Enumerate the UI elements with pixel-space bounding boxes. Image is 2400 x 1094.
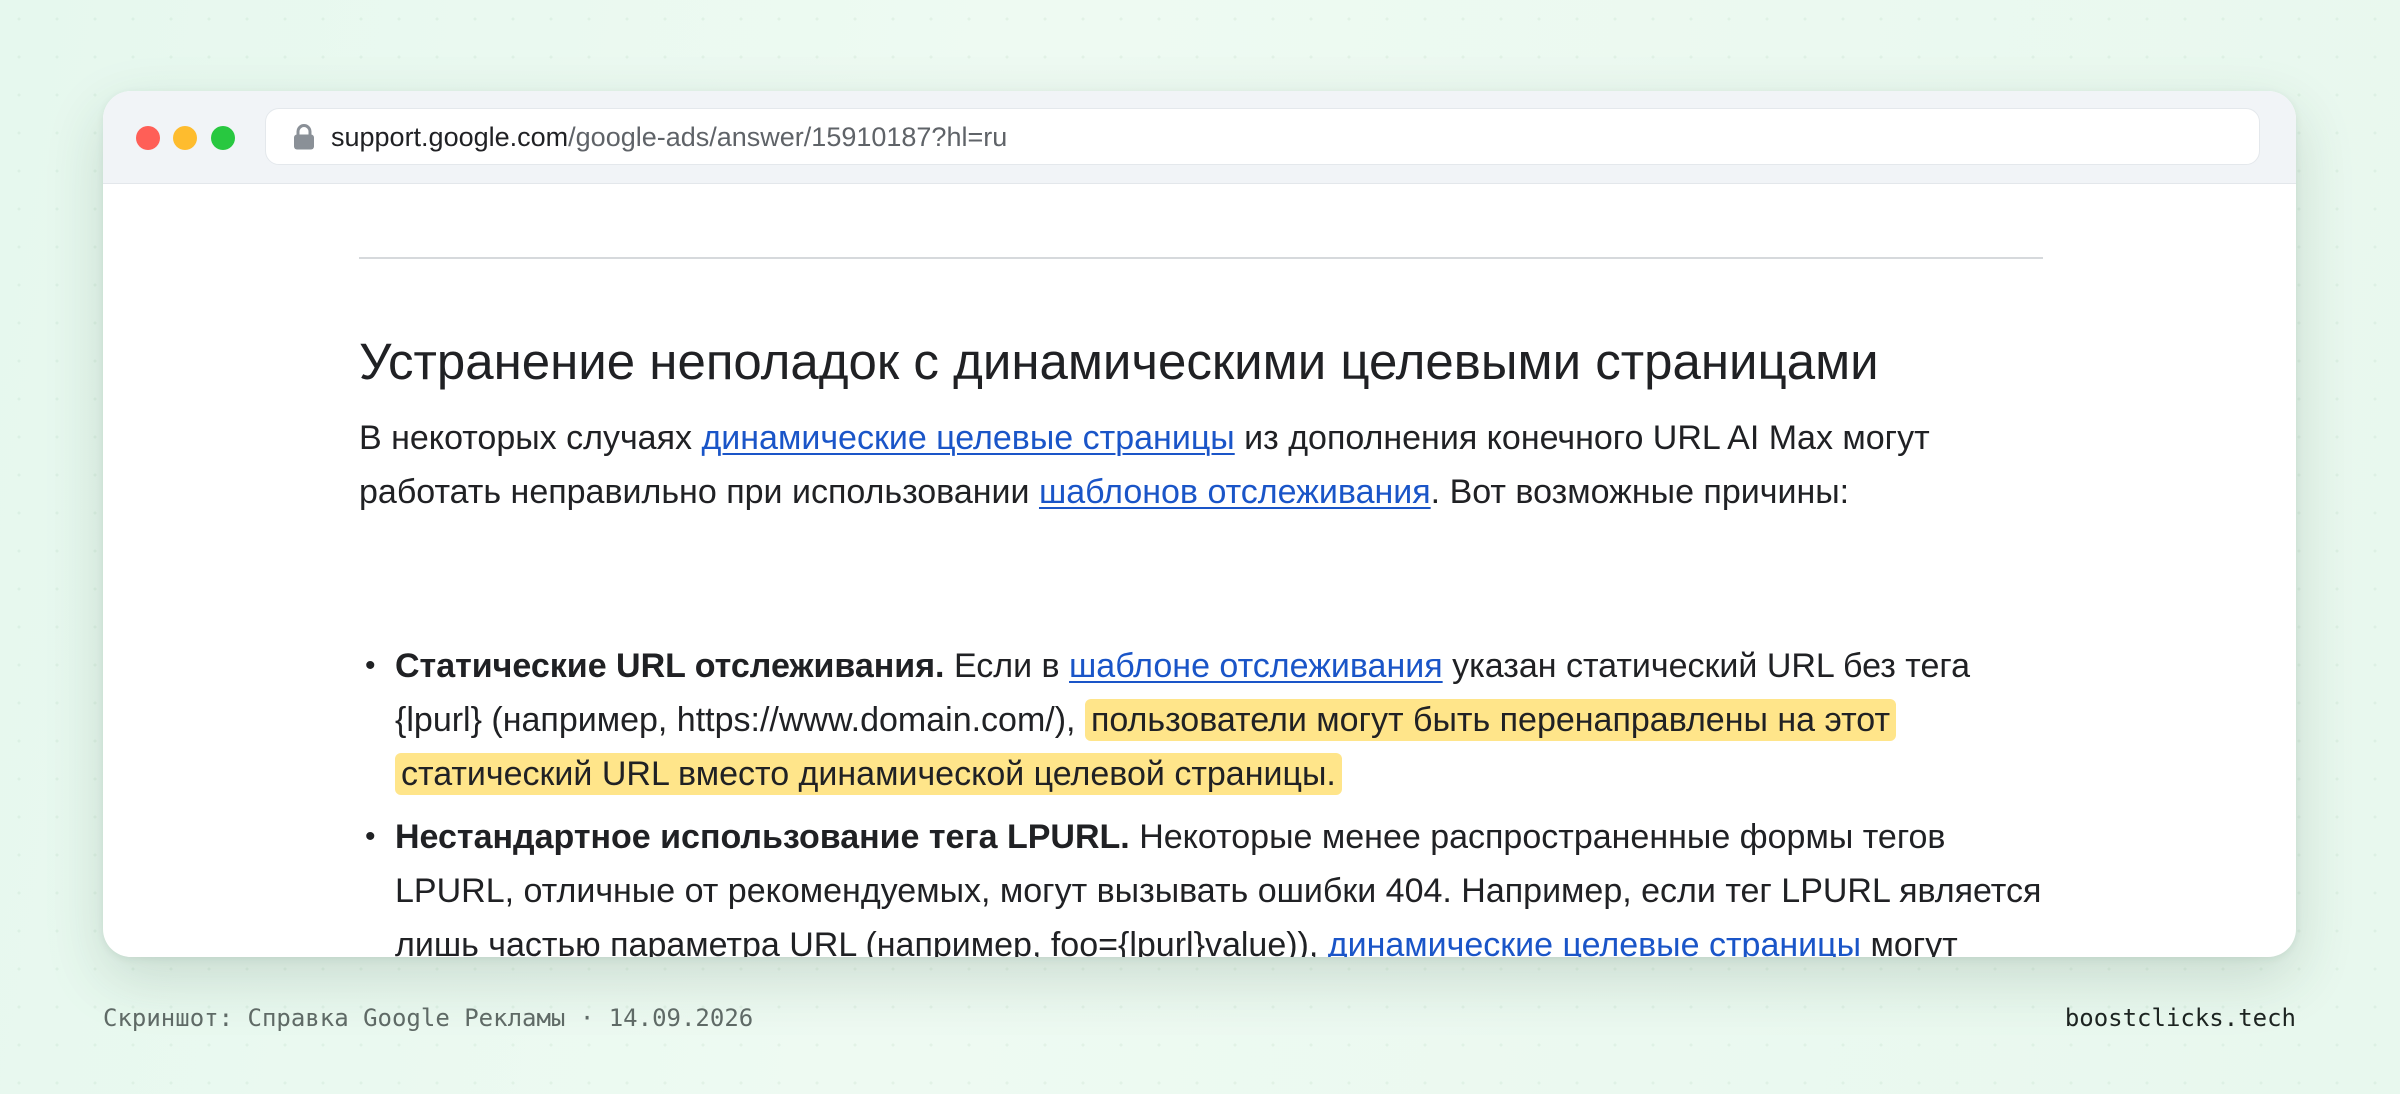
zoom-window-button[interactable] [211,126,235,150]
intro-paragraph: В некоторых случаях динамические целевые… [359,411,2059,519]
section-divider [359,257,2043,259]
dynamic-landing-pages-link-2[interactable]: динамические целевые страницы [1328,926,1861,957]
list-item-text: Если в [944,647,1070,685]
minimize-window-button[interactable] [173,126,197,150]
brand-label: boostclicks.tech [2064,1004,2296,1032]
list-item: • Нестандартное использование тега LPURL.… [359,810,2059,957]
lock-icon [292,124,316,150]
dynamic-landing-pages-link[interactable]: динамические целевые страницы [701,419,1234,457]
browser-toolbar: support.google.com/google-ads/answer/159… [103,91,2296,184]
tracking-template-link[interactable]: шаблоне отслеживания [1069,647,1443,685]
tracking-templates-link[interactable]: шаблонов отслеживания [1039,473,1431,511]
url-path: /google-ads/answer/15910187?hl=ru [568,122,1008,152]
address-bar[interactable]: support.google.com/google-ads/answer/159… [265,108,2260,165]
article-heading: Устранение неполадок с динамическими цел… [359,333,1879,390]
list-item-term: Нестандартное использование тега LPURL. [395,818,1130,856]
address-bar-url: support.google.com/google-ads/answer/159… [331,121,1007,153]
causes-list: • Статические URL отслеживания. Если в ша… [359,639,2059,957]
bullet-icon: • [365,649,376,682]
screenshot-caption: Скриншот: Справка Google Рекламы · 14.09… [103,1004,754,1032]
list-item-term: Статические URL отслеживания. [395,647,945,685]
bullet-icon: • [365,820,376,853]
intro-text-1: В некоторых случаях [359,419,702,457]
close-window-button[interactable] [136,126,160,150]
list-item: • Статические URL отслеживания. Если в ша… [359,639,2059,801]
url-host: support.google.com [331,122,569,152]
intro-text-3: . Вот возможные причины: [1430,473,1850,511]
browser-window: support.google.com/google-ads/answer/159… [103,91,2296,957]
